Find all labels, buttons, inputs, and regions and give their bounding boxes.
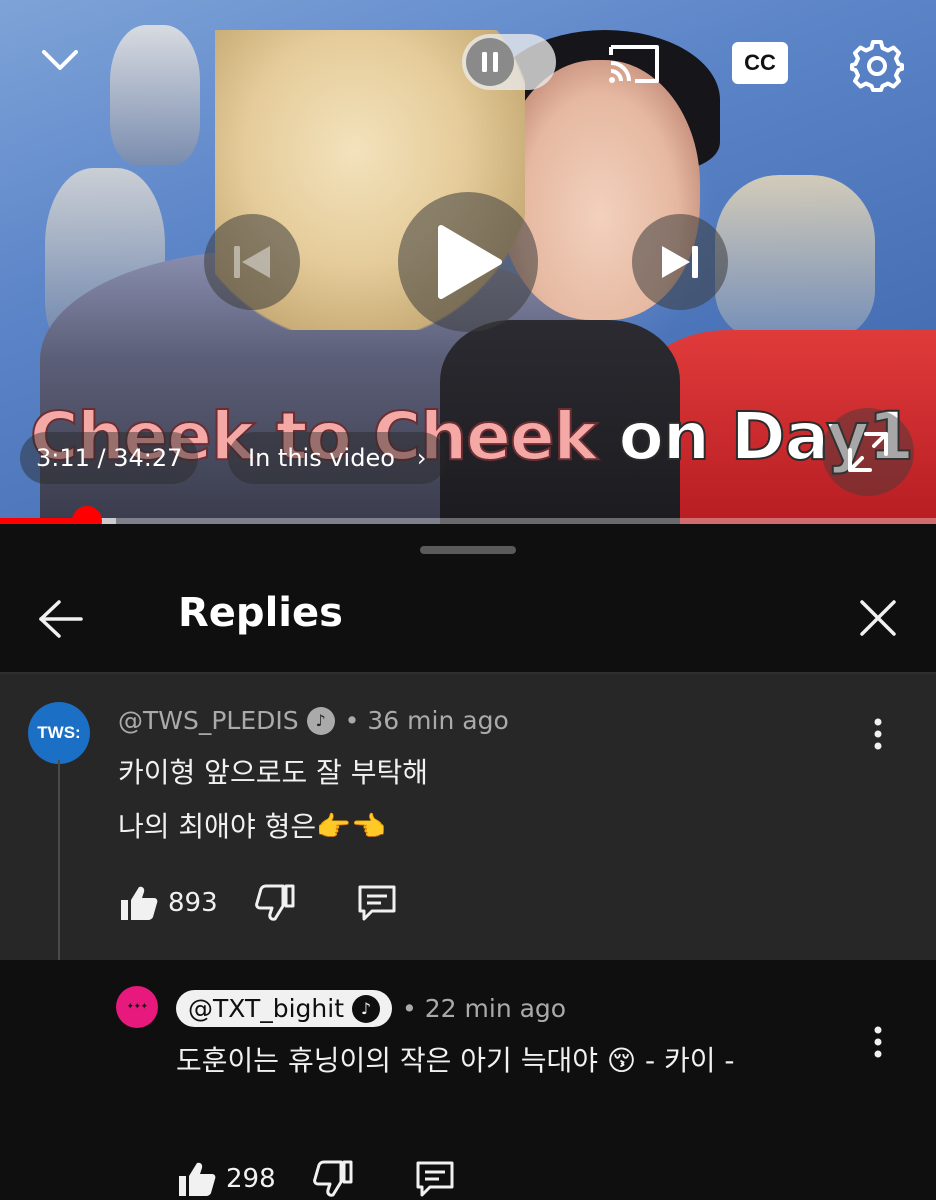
captions-button[interactable]: CC <box>730 38 790 88</box>
like-count: 893 <box>168 888 218 918</box>
thumbs-down-icon <box>313 1160 353 1197</box>
time-display-text: 3:11 / 34:27 <box>36 444 183 472</box>
chevron-right-icon: › <box>416 444 427 472</box>
more-options-button[interactable] <box>858 1012 898 1072</box>
play-button[interactable] <box>398 192 538 332</box>
video-sticker-figure <box>110 25 200 165</box>
reply-comment: ✦✦✦ @TXT_bighit ♪ • 22 min ago 도훈이는 휴닝이의… <box>0 960 936 1200</box>
comment-line: 나의 최애야 형은👉👈 <box>118 810 386 843</box>
comment-line: 카이형 앞으로도 잘 부탁해 <box>118 756 429 789</box>
chapters-button[interactable]: In this video › <box>228 432 447 484</box>
settings-button[interactable] <box>846 34 908 96</box>
reply-button[interactable] <box>354 880 400 926</box>
back-button[interactable] <box>32 590 90 648</box>
thread-line <box>58 760 60 960</box>
autoplay-toggle[interactable] <box>462 34 556 90</box>
author-name: @TXT_bighit <box>188 994 345 1023</box>
time-display[interactable]: 3:11 / 34:27 <box>20 432 199 484</box>
cast-icon <box>609 45 659 83</box>
comment-reply-icon <box>358 885 396 921</box>
gear-icon <box>850 40 904 92</box>
author-handle[interactable]: @TWS_PLEDIS ♪ <box>118 706 335 735</box>
avatar[interactable]: TWS: <box>28 702 90 764</box>
cast-button[interactable] <box>600 36 668 92</box>
more-options-button[interactable] <box>858 704 898 764</box>
more-vert-icon <box>874 1026 882 1058</box>
comment-time: 36 min ago <box>367 706 509 735</box>
fullscreen-icon <box>848 432 888 472</box>
comment-meta: @TXT_bighit ♪ • 22 min ago <box>176 990 566 1027</box>
avatar[interactable]: ✦✦✦ <box>116 986 158 1028</box>
comment-actions: 298 <box>174 1156 458 1200</box>
close-icon <box>860 600 896 636</box>
fullscreen-button[interactable] <box>822 408 914 496</box>
video-sticker-figure <box>715 175 875 340</box>
chapters-label: In this video <box>248 444 395 472</box>
more-vert-icon <box>874 718 882 750</box>
skip-next-icon <box>662 246 698 278</box>
like-button[interactable] <box>174 1156 220 1200</box>
thumbs-up-icon <box>121 886 158 920</box>
meta-separator: • <box>344 706 360 735</box>
music-verified-icon: ♪ <box>352 994 381 1023</box>
comment-line: 도훈이는 휴닝이의 작은 아기 늑대야 😚 - 카이 - <box>176 1044 735 1077</box>
sheet-title: Replies <box>178 590 343 636</box>
replies-sheet: Replies TWS: @TWS_PLEDIS ♪ • 36 min ago <box>0 524 936 1200</box>
reply-button[interactable] <box>412 1156 458 1200</box>
arrow-left-icon <box>39 600 83 638</box>
previous-video-button[interactable] <box>204 214 300 310</box>
thumbs-up-icon <box>179 1162 216 1196</box>
next-video-button[interactable] <box>632 214 728 310</box>
comment-meta: @TWS_PLEDIS ♪ • 36 min ago <box>118 706 509 735</box>
comment-reply-icon <box>416 1161 454 1197</box>
captions-icon: CC <box>732 42 788 84</box>
author-name: @TWS_PLEDIS <box>118 706 299 735</box>
replies-header: Replies <box>0 574 936 672</box>
sheet-drag-handle[interactable] <box>420 546 516 554</box>
chevron-down-icon <box>42 50 78 70</box>
autoplay-knob <box>466 38 514 86</box>
meta-separator: • <box>402 994 417 1023</box>
comment-text: 카이형 앞으로도 잘 부탁해 나의 최애야 형은👉👈 <box>118 746 428 854</box>
comment-text: 도훈이는 휴닝이의 작은 아기 늑대야 😚 - 카이 - <box>176 1034 735 1088</box>
pause-icon <box>482 52 498 72</box>
video-player[interactable]: Cheek to Cheek on Day1 CC 3:11 / 34:27 I… <box>0 0 936 524</box>
like-button[interactable] <box>116 880 162 926</box>
close-button[interactable] <box>850 590 906 646</box>
parent-comment: TWS: @TWS_PLEDIS ♪ • 36 min ago 카이형 앞으로도… <box>0 674 936 960</box>
music-verified-icon: ♪ <box>306 706 335 735</box>
like-count: 298 <box>226 1164 276 1194</box>
dislike-button[interactable] <box>310 1156 356 1200</box>
skip-previous-icon <box>234 246 270 278</box>
play-icon <box>438 225 502 299</box>
thumbs-down-icon <box>255 884 295 921</box>
comment-actions: 893 <box>116 880 400 926</box>
collapse-button[interactable] <box>32 36 88 84</box>
author-handle[interactable]: @TXT_bighit ♪ <box>176 990 393 1027</box>
dislike-button[interactable] <box>252 880 298 926</box>
comment-time: 22 min ago <box>424 994 567 1023</box>
